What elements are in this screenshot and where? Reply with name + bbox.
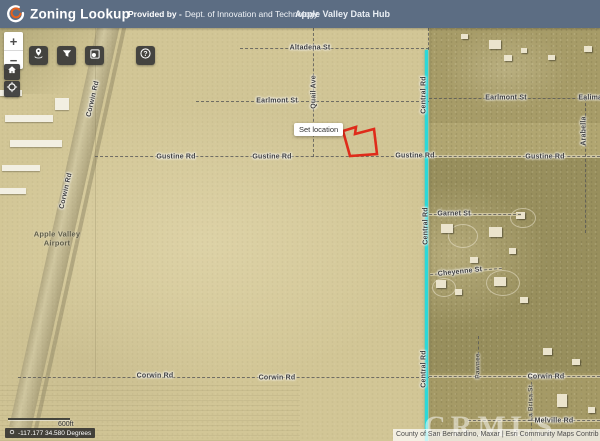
map-label: Quail Ave xyxy=(311,75,318,109)
provided-by-label: Provided by - xyxy=(128,9,182,19)
home-icon xyxy=(6,63,18,81)
basemap-button[interactable] xyxy=(85,46,104,65)
zoom-in-button[interactable]: + xyxy=(4,32,23,51)
map-label: Apple Valley xyxy=(34,230,81,239)
building xyxy=(588,407,595,413)
question-mark-icon: ? xyxy=(139,47,152,65)
airport-hangar xyxy=(55,98,69,110)
parcel-grid-line xyxy=(95,28,431,377)
building xyxy=(557,394,567,407)
map-label: Corwin Rd xyxy=(137,373,174,380)
map-label: La Brisa St xyxy=(528,385,535,421)
map-label: Arabella xyxy=(581,116,588,145)
map-label: Central Rd xyxy=(421,350,428,387)
app-title: Zoning Lookup xyxy=(30,7,130,22)
map-pin-icon xyxy=(32,47,45,65)
airport-hangar xyxy=(2,165,40,171)
map-label: Gustine Rd xyxy=(252,154,291,161)
map-label: Earlmont St xyxy=(485,95,526,102)
scale-label: 600ft xyxy=(58,421,74,428)
building xyxy=(543,348,552,355)
map-label: Earlmont St xyxy=(256,98,297,105)
map-label: Garnet St xyxy=(437,211,470,218)
app-header: Zoning Lookup Provided by -Dept. of Inno… xyxy=(0,0,600,28)
building xyxy=(489,227,502,237)
help-button[interactable]: ? xyxy=(136,46,155,65)
map-canvas[interactable]: Altadena St Quail Ave Earlmont St Earlmont … xyxy=(0,28,600,441)
road-line xyxy=(429,156,600,157)
building xyxy=(455,289,462,295)
home-button[interactable] xyxy=(4,64,20,80)
coordinates-text: -117.177 34.580 Degrees xyxy=(18,430,91,437)
airport-hangar xyxy=(10,140,62,147)
map-label: Gustine Rd xyxy=(525,154,564,161)
zoning-lookup-app: Zoning Lookup Provided by -Dept. of Inno… xyxy=(0,0,600,441)
map-label: Pawnee xyxy=(475,353,482,378)
set-location-button[interactable] xyxy=(29,46,48,65)
map-label: Altadena St xyxy=(290,45,331,52)
app-logo-icon xyxy=(7,5,25,28)
set-location-tooltip: Set location xyxy=(294,123,343,136)
building xyxy=(461,34,468,39)
building xyxy=(520,297,528,303)
basemap-gallery-icon xyxy=(89,47,101,65)
funnel-icon xyxy=(61,47,73,65)
airport-hangar xyxy=(0,188,26,194)
building xyxy=(470,257,478,263)
road-line xyxy=(18,377,429,378)
building xyxy=(521,48,527,53)
map-label: Central Rd xyxy=(421,76,428,113)
airport-hangar xyxy=(5,115,53,122)
locate-button[interactable] xyxy=(4,81,20,97)
building xyxy=(436,280,446,288)
building xyxy=(584,46,592,52)
svg-text:?: ? xyxy=(143,50,147,57)
building xyxy=(441,224,453,233)
building xyxy=(504,55,512,61)
data-hub-link[interactable]: Apple Valley Data Hub xyxy=(295,9,390,19)
map-label: Corwin Rd xyxy=(528,374,565,381)
map-label: Corwin Rd xyxy=(259,375,296,382)
map-label: Ealimart xyxy=(578,95,600,102)
building xyxy=(509,248,516,254)
road-line xyxy=(240,48,429,49)
crosshair-icon xyxy=(9,429,15,437)
map-label: Airport xyxy=(44,239,70,248)
map-attribution: County of San Bernardino, Maxar | Esri C… xyxy=(393,429,600,441)
building xyxy=(548,55,555,60)
map-label: Melville Rd xyxy=(535,418,574,425)
provided-by: Provided by -Dept. of Innovation and Tec… xyxy=(128,9,318,19)
road-line xyxy=(428,28,429,50)
map-label: Gustine Rd xyxy=(156,154,195,161)
building xyxy=(489,40,501,49)
crosshair-circle-icon xyxy=(6,80,18,98)
building xyxy=(494,277,506,286)
scale-bar xyxy=(8,418,70,420)
coordinates-display: -117.177 34.580 Degrees xyxy=(5,428,95,438)
map-label: Central Rd xyxy=(423,207,430,244)
map-label: Gustine Rd xyxy=(395,153,434,160)
building xyxy=(572,359,580,365)
filter-button[interactable] xyxy=(57,46,76,65)
road-line xyxy=(429,376,600,377)
